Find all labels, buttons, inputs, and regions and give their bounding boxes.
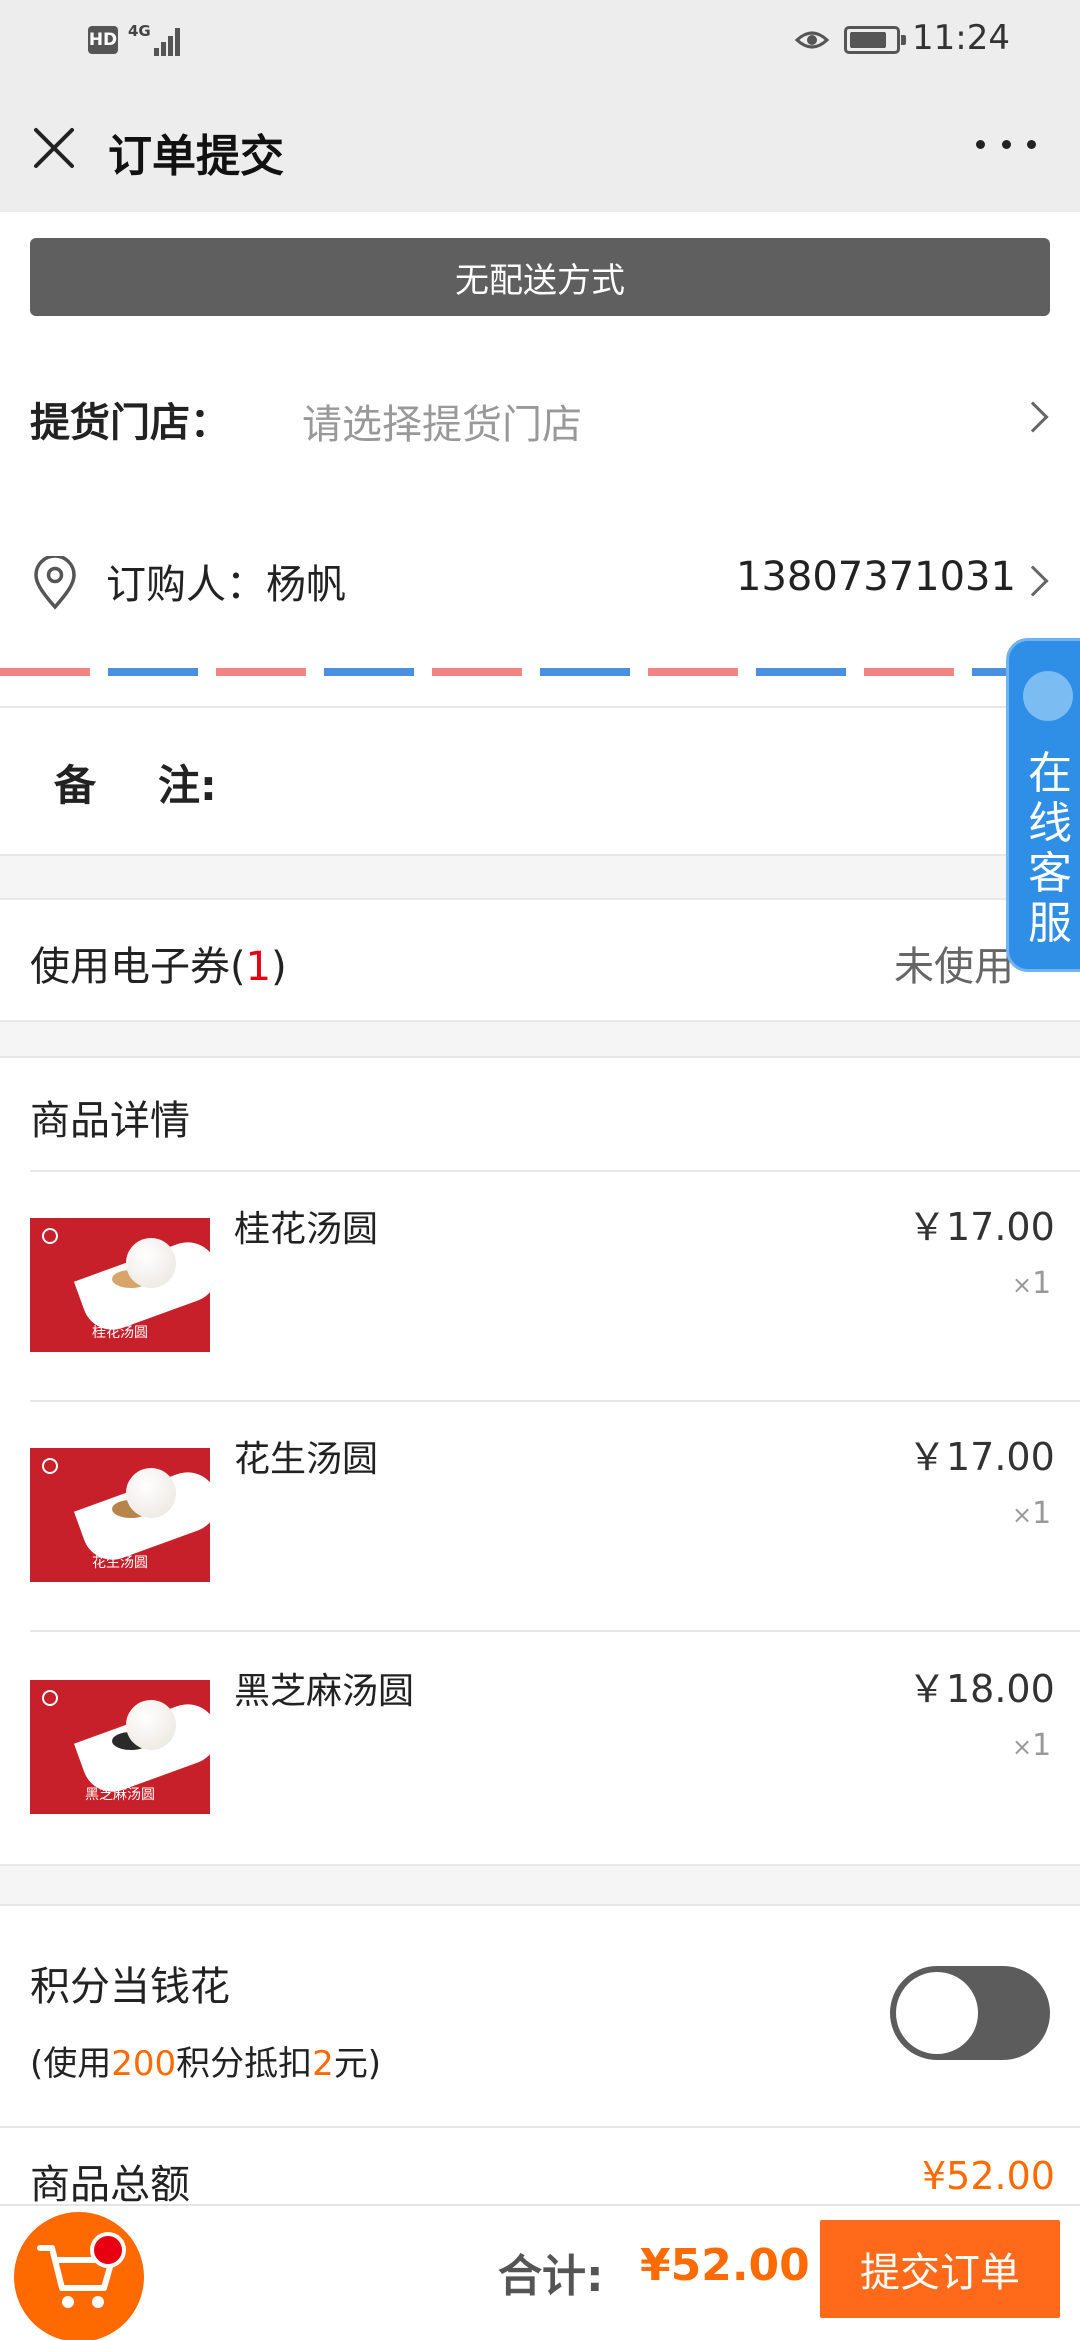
brand-logo-icon bbox=[42, 1228, 58, 1244]
points-toggle[interactable] bbox=[890, 1966, 1050, 2060]
sum-label: 合计: bbox=[498, 2251, 604, 2302]
product-section-title: 商品详情 bbox=[30, 1098, 190, 1144]
points-desc-a: (使用 bbox=[30, 2044, 112, 2084]
close-icon[interactable] bbox=[30, 124, 78, 172]
coupon-count: 1 bbox=[245, 944, 272, 990]
tangyuan-shape bbox=[126, 1238, 176, 1288]
brand-logo-icon bbox=[42, 1690, 58, 1706]
clock: 11:24 bbox=[912, 18, 1010, 58]
signal-icon bbox=[146, 24, 182, 56]
product-name: 桂花汤圆 bbox=[234, 1209, 379, 1250]
product-name: 花生汤圆 bbox=[234, 1439, 379, 1480]
product-image-caption: 黑芝麻汤圆 bbox=[85, 1787, 155, 1803]
cart-button[interactable] bbox=[14, 2212, 144, 2340]
tangyuan-shape bbox=[126, 1700, 176, 1750]
goods-total-value: ¥52.00 bbox=[922, 2154, 1055, 2198]
goods-total-label: 商品总额 bbox=[30, 2162, 190, 2208]
service-avatar-icon bbox=[1023, 671, 1073, 721]
coupon-label-prefix: 使用电子券( bbox=[30, 944, 246, 990]
remark-label-b: 注: bbox=[158, 761, 217, 810]
product-price: ￥18.00 bbox=[908, 1667, 1055, 1711]
page-title: 订单提交 bbox=[108, 131, 284, 182]
product-quantity: ×1 bbox=[1012, 1496, 1051, 1531]
eye-icon bbox=[794, 31, 830, 49]
points-desc-b: 积分抵扣 bbox=[176, 2044, 313, 2084]
more-icon[interactable] bbox=[976, 140, 1036, 156]
product-price: ￥17.00 bbox=[908, 1205, 1055, 1249]
quantity-value: 1 bbox=[1032, 1728, 1052, 1763]
product-image: 花生汤圆 bbox=[30, 1448, 210, 1582]
points-description: (使用200积分抵扣2元) bbox=[30, 2036, 381, 2085]
pickup-store-label: 提货门店： bbox=[30, 400, 230, 446]
points-value: 200 bbox=[111, 2044, 177, 2084]
product-quantity: ×1 bbox=[1012, 1266, 1051, 1301]
quantity-prefix: × bbox=[1012, 1501, 1033, 1529]
nav-bar: 订单提交 bbox=[0, 80, 1080, 212]
buyer-label: 订购人：杨帆 bbox=[106, 562, 346, 608]
product-image-caption: 桂花汤圆 bbox=[92, 1325, 148, 1341]
toggle-knob bbox=[896, 1972, 978, 2054]
product-image: 桂花汤圆 bbox=[30, 1218, 210, 1352]
online-service-button[interactable]: 在线客服 bbox=[1006, 638, 1080, 972]
quantity-value: 1 bbox=[1032, 1266, 1052, 1301]
coupon-label: 使用电子券(1) bbox=[30, 934, 287, 992]
battery-icon bbox=[844, 26, 906, 54]
product-price: ￥17.00 bbox=[908, 1435, 1055, 1479]
divider bbox=[30, 1630, 1080, 1632]
coupon-label-suffix: ) bbox=[271, 944, 287, 990]
location-pin-icon bbox=[34, 556, 76, 610]
pickup-store-placeholder: 请选择提货门店 bbox=[302, 402, 582, 448]
product-name: 黑芝麻汤圆 bbox=[234, 1671, 415, 1712]
coupon-status: 未使用 bbox=[894, 944, 1014, 990]
points-title: 积分当钱花 bbox=[30, 1964, 230, 2010]
product-image-caption: 花生汤圆 bbox=[92, 1555, 148, 1571]
status-bar: HD 4G 11:24 bbox=[0, 0, 1080, 80]
product-quantity: ×1 bbox=[1012, 1728, 1051, 1763]
product-image: 黑芝麻汤圆 bbox=[30, 1680, 210, 1814]
submit-order-button[interactable]: 提交订单 bbox=[820, 2220, 1060, 2318]
cart-badge bbox=[90, 2232, 126, 2268]
brand-logo-icon bbox=[42, 1458, 58, 1474]
points-amount: 2 bbox=[312, 2044, 334, 2084]
points-desc-c: 元) bbox=[333, 2044, 382, 2084]
quantity-prefix: × bbox=[1012, 1733, 1033, 1761]
divider bbox=[30, 1170, 1080, 1172]
airmail-divider bbox=[0, 668, 1080, 676]
remark-label-a: 备 bbox=[54, 761, 97, 810]
hd-badge: HD bbox=[88, 26, 118, 54]
buyer-phone: 13807371031 bbox=[736, 554, 1016, 600]
divider bbox=[30, 1400, 1080, 1402]
delivery-method-button[interactable]: 无配送方式 bbox=[30, 238, 1050, 316]
tangyuan-shape bbox=[126, 1468, 176, 1518]
quantity-prefix: × bbox=[1012, 1271, 1033, 1299]
quantity-value: 1 bbox=[1032, 1496, 1052, 1531]
online-service-label: 在线客服 bbox=[1028, 748, 1072, 949]
sum-value: ¥52.00 bbox=[640, 2240, 810, 2291]
remark-label: 备 注: bbox=[54, 752, 217, 813]
divider bbox=[0, 2126, 1080, 2128]
